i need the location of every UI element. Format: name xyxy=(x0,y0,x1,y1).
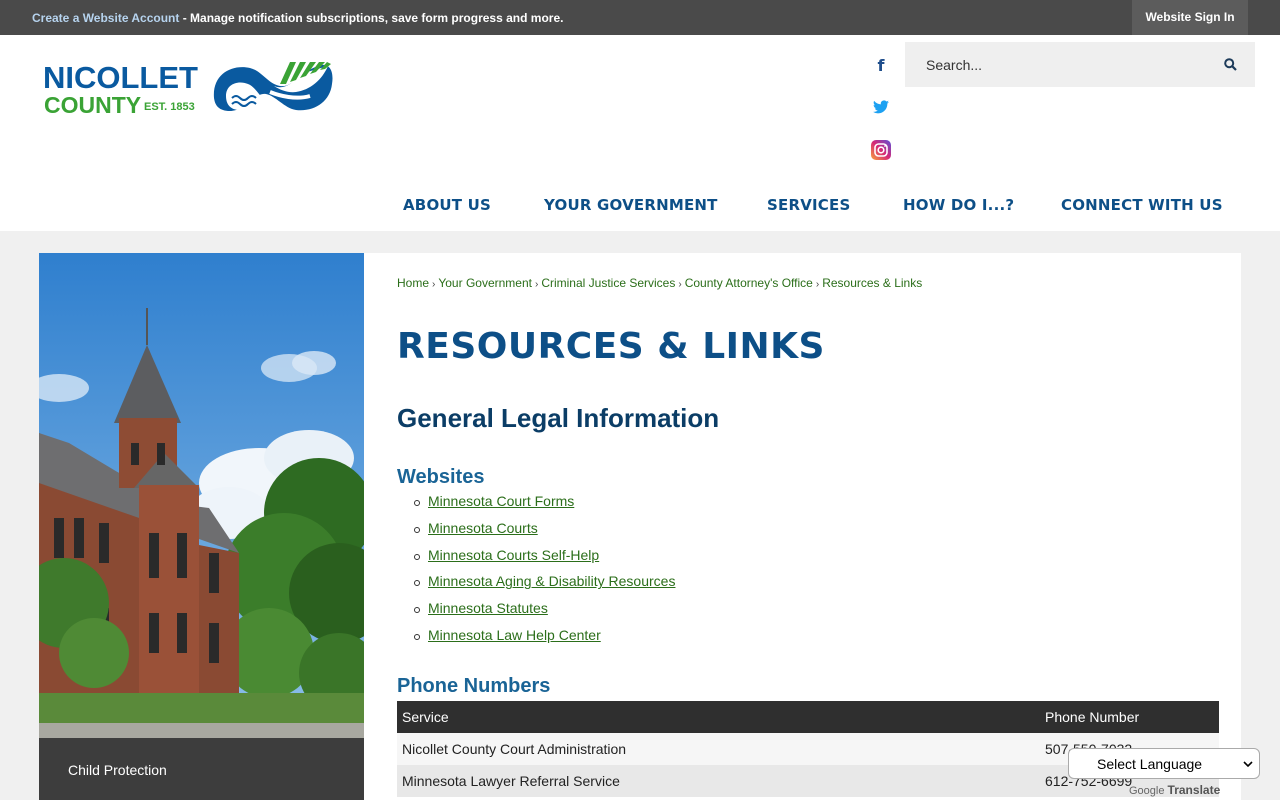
page-title: RESOURCES & LINKS xyxy=(397,326,825,367)
list-item: Minnesota Aging & Disability Resources xyxy=(413,573,675,600)
google-logo: Google xyxy=(1129,785,1165,797)
facebook-icon[interactable]: f xyxy=(866,50,896,80)
breadcrumb-current[interactable]: Resources & Links xyxy=(822,276,922,290)
list-item: Minnesota Statutes xyxy=(413,600,675,627)
column-header: Service xyxy=(402,709,449,725)
language-select[interactable]: Select Language xyxy=(1068,748,1260,779)
list-item: Minnesota Law Help Center xyxy=(413,627,675,654)
column-header: Phone Number xyxy=(1045,709,1140,725)
main-content: Home › Your Government › Criminal Justice Se… xyxy=(364,253,1241,800)
link-law-help-center[interactable]: Minnesota Law Help Center xyxy=(427,627,601,643)
sidebar-nav: Child Protection xyxy=(39,738,364,800)
breadcrumb-criminal-justice[interactable]: Criminal Justice Services xyxy=(541,276,675,290)
phone-numbers-heading: Phone Numbers xyxy=(397,675,551,697)
translate-word: Translate xyxy=(1167,783,1221,797)
notification-message: Create a Website Account - Manage notifi… xyxy=(32,11,563,25)
nav-services[interactable]: SERVICES xyxy=(767,196,850,214)
instagram-icon[interactable] xyxy=(866,135,896,165)
link-courts-self-help[interactable]: Minnesota Courts Self-Help xyxy=(427,547,599,563)
nav-how-do-i[interactable]: HOW DO I...? xyxy=(903,196,1014,214)
table-header-row: Service Phone Number xyxy=(397,701,1219,733)
google-translate-credit[interactable]: Google Translate xyxy=(1129,783,1220,797)
chevron-right-icon: › xyxy=(815,279,820,290)
list-item: Minnesota Courts xyxy=(413,520,675,547)
breadcrumb-county-attorney[interactable]: County Attorney's Office xyxy=(685,276,813,290)
list-item: Minnesota Courts Self-Help xyxy=(413,547,675,574)
courthouse-photo xyxy=(39,253,364,738)
breadcrumb-your-government[interactable]: Your Government xyxy=(438,276,532,290)
county-logo[interactable]: NICOLLET COUNTY EST. 1853 xyxy=(43,60,338,120)
link-courts[interactable]: Minnesota Courts xyxy=(427,520,538,536)
search-icon xyxy=(1223,58,1237,71)
language-select-label: Select Language xyxy=(1097,755,1203,772)
nav-connect-with-us[interactable]: CONNECT WITH US xyxy=(1061,196,1223,214)
sign-in-button[interactable]: Website Sign In xyxy=(1132,0,1248,35)
link-court-forms[interactable]: Minnesota Court Forms xyxy=(427,493,574,509)
websites-list: Minnesota Court Forms Minnesota Courts M… xyxy=(413,493,675,654)
breadcrumb: Home › Your Government › Criminal Justice Se… xyxy=(397,276,922,290)
link-aging-disability[interactable]: Minnesota Aging & Disability Resources xyxy=(427,573,675,589)
nav-your-government[interactable]: YOUR GOVERNMENT xyxy=(544,196,718,214)
twitter-icon[interactable] xyxy=(866,92,896,122)
list-item: Minnesota Court Forms xyxy=(413,493,675,520)
site-header: NICOLLET COUNTY EST. 1853 f ABOUT xyxy=(0,35,1280,231)
search-input[interactable] xyxy=(905,42,1205,87)
chevron-right-icon: › xyxy=(432,279,436,290)
river-logo-icon xyxy=(213,62,333,112)
nav-about-us[interactable]: ABOUT US xyxy=(403,196,491,214)
service-cell: Minnesota Lawyer Referral Service xyxy=(402,773,620,789)
logo-line1: NICOLLET xyxy=(43,60,198,95)
websites-heading: Websites xyxy=(397,466,485,488)
breadcrumb-home[interactable]: Home xyxy=(397,276,429,290)
link-statutes[interactable]: Minnesota Statutes xyxy=(427,600,548,616)
search-box xyxy=(905,42,1255,87)
section-heading: General Legal Information xyxy=(397,403,720,433)
sidebar-item-child-protection[interactable]: Child Protection xyxy=(68,762,167,778)
logo-line2: COUNTY xyxy=(44,92,142,118)
notification-bar: Create a Website Account - Manage notifi… xyxy=(0,0,1280,35)
logo-est: EST. 1853 xyxy=(144,101,195,113)
notification-text: - Manage notification subscriptions, sav… xyxy=(179,11,564,25)
search-button[interactable] xyxy=(1205,42,1255,87)
service-cell: Nicollet County Court Administration xyxy=(402,741,627,757)
chevron-right-icon: › xyxy=(678,279,682,290)
chevron-right-icon: › xyxy=(534,279,539,290)
create-account-link[interactable]: Create a Website Account xyxy=(32,11,179,25)
chevron-down-icon xyxy=(1243,761,1253,768)
